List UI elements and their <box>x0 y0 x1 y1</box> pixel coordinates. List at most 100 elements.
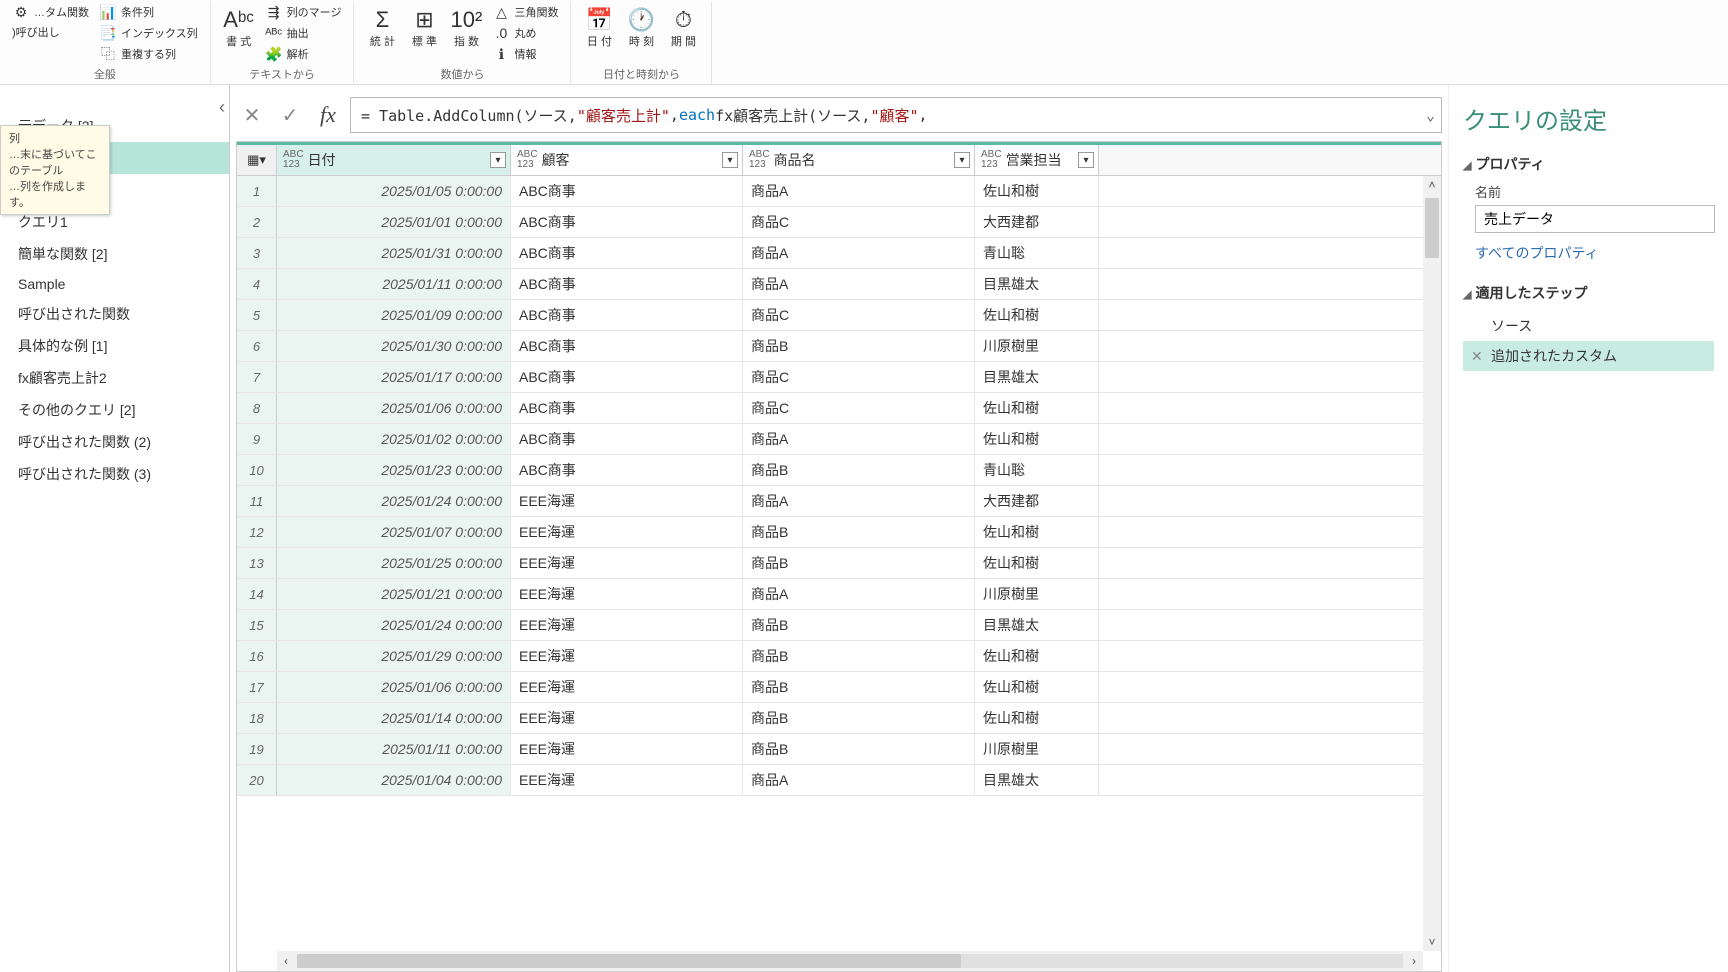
column-header[interactable]: ABC123日付▾ <box>277 145 511 175</box>
extract-button[interactable]: ᴬᴮᶜ抽出 <box>261 23 346 43</box>
scroll-thumb[interactable] <box>1425 198 1439 258</box>
scroll-right-icon[interactable]: › <box>1405 952 1423 970</box>
cell-date[interactable]: 2025/01/25 0:00:00 <box>277 548 511 578</box>
query-item[interactable]: その他のクエリ [2] <box>0 394 229 426</box>
cell-product[interactable]: 商品C <box>743 362 975 392</box>
row-number[interactable]: 5 <box>237 300 277 330</box>
filter-dropdown-icon[interactable]: ▾ <box>722 152 738 168</box>
cell-date[interactable]: 2025/01/24 0:00:00 <box>277 486 511 516</box>
cell-customer[interactable]: EEE海運 <box>511 486 743 516</box>
scroll-up-icon[interactable]: ˄ <box>1423 176 1441 194</box>
cell-date[interactable]: 2025/01/17 0:00:00 <box>277 362 511 392</box>
table-row[interactable]: 132025/01/25 0:00:00EEE海運商品B佐山和樹 <box>237 548 1441 579</box>
exponent-button[interactable]: 10²指 数 <box>446 2 486 51</box>
table-row[interactable]: 172025/01/06 0:00:00EEE海運商品B佐山和樹 <box>237 672 1441 703</box>
scroll-left-icon[interactable]: ‹ <box>277 952 295 970</box>
cell-rep[interactable]: 佐山和樹 <box>975 703 1099 733</box>
cell-customer[interactable]: EEE海運 <box>511 517 743 547</box>
column-header[interactable]: ABC123商品名▾ <box>743 145 975 175</box>
cell-product[interactable]: 商品B <box>743 548 975 578</box>
cell-customer[interactable]: EEE海運 <box>511 610 743 640</box>
merge-col-button[interactable]: ⇶列のマージ <box>261 2 346 22</box>
cell-product[interactable]: 商品B <box>743 331 975 361</box>
parse-button[interactable]: 🧩解析 <box>261 44 346 64</box>
row-number[interactable]: 9 <box>237 424 277 454</box>
time-button[interactable]: 🕐時 刻 <box>621 2 661 51</box>
table-row[interactable]: 122025/01/07 0:00:00EEE海運商品B佐山和樹 <box>237 517 1441 548</box>
cell-date[interactable]: 2025/01/11 0:00:00 <box>277 269 511 299</box>
cell-product[interactable]: 商品C <box>743 393 975 423</box>
vertical-scrollbar[interactable]: ˄ ˅ <box>1423 176 1441 951</box>
row-number[interactable]: 1 <box>237 176 277 206</box>
cell-customer[interactable]: EEE海運 <box>511 548 743 578</box>
cell-date[interactable]: 2025/01/23 0:00:00 <box>277 455 511 485</box>
cell-date[interactable]: 2025/01/31 0:00:00 <box>277 238 511 268</box>
cell-date[interactable]: 2025/01/04 0:00:00 <box>277 765 511 795</box>
query-item[interactable]: 呼び出された関数 (2) <box>0 426 229 458</box>
row-number[interactable]: 16 <box>237 641 277 671</box>
index-col-button[interactable]: 📑インデックス列 <box>95 23 202 43</box>
row-number[interactable]: 18 <box>237 703 277 733</box>
duplicate-col-button[interactable]: ⿻重複する列 <box>95 44 202 64</box>
round-button[interactable]: .0丸め <box>488 23 562 43</box>
cell-product[interactable]: 商品B <box>743 455 975 485</box>
table-row[interactable]: 92025/01/02 0:00:00ABC商事商品A佐山和樹 <box>237 424 1441 455</box>
cell-date[interactable]: 2025/01/07 0:00:00 <box>277 517 511 547</box>
cell-rep[interactable]: 大西建都 <box>975 486 1099 516</box>
cell-customer[interactable]: ABC商事 <box>511 176 743 206</box>
row-number[interactable]: 15 <box>237 610 277 640</box>
table-row[interactable]: 72025/01/17 0:00:00ABC商事商品C目黒雄太 <box>237 362 1441 393</box>
row-number[interactable]: 13 <box>237 548 277 578</box>
collapse-queries-icon[interactable]: ‹ <box>219 97 225 118</box>
all-properties-link[interactable]: すべてのプロパティ <box>1475 243 1714 263</box>
cell-customer[interactable]: ABC商事 <box>511 331 743 361</box>
stats-button[interactable]: Σ統 計 <box>362 2 402 51</box>
cell-rep[interactable]: 佐山和樹 <box>975 424 1099 454</box>
query-item[interactable]: 呼び出された関数 <box>0 298 229 330</box>
cell-product[interactable]: 商品B <box>743 517 975 547</box>
cell-product[interactable]: 商品A <box>743 579 975 609</box>
cell-customer[interactable]: ABC商事 <box>511 424 743 454</box>
cell-product[interactable]: 商品C <box>743 207 975 237</box>
cell-customer[interactable]: ABC商事 <box>511 393 743 423</box>
column-header[interactable]: ABC123営業担当▾ <box>975 145 1099 175</box>
cell-customer[interactable]: EEE海運 <box>511 765 743 795</box>
cell-product[interactable]: 商品B <box>743 672 975 702</box>
cell-rep[interactable]: 目黒雄太 <box>975 362 1099 392</box>
row-number[interactable]: 19 <box>237 734 277 764</box>
cell-rep[interactable]: 佐山和樹 <box>975 393 1099 423</box>
row-number[interactable]: 20 <box>237 765 277 795</box>
formula-input[interactable]: = Table.AddColumn(ソース, "顧客売上計" , each fx… <box>350 97 1442 133</box>
row-number[interactable]: 10 <box>237 455 277 485</box>
type-icon[interactable]: ABC123 <box>283 150 304 170</box>
cell-product[interactable]: 商品B <box>743 610 975 640</box>
condition-col-button[interactable]: 📊条件列 <box>95 2 202 22</box>
query-item[interactable]: Sample <box>0 270 229 298</box>
cell-date[interactable]: 2025/01/05 0:00:00 <box>277 176 511 206</box>
filter-dropdown-icon[interactable]: ▾ <box>490 152 506 168</box>
table-row[interactable]: 142025/01/21 0:00:00EEE海運商品A川原樹里 <box>237 579 1441 610</box>
expand-formula-icon[interactable]: ⌄ <box>1426 106 1435 124</box>
duration-button[interactable]: ⏱期 間 <box>663 2 703 51</box>
table-row[interactable]: 62025/01/30 0:00:00ABC商事商品B川原樹里 <box>237 331 1441 362</box>
table-row[interactable]: 32025/01/31 0:00:00ABC商事商品A青山聡 <box>237 238 1441 269</box>
row-number[interactable]: 7 <box>237 362 277 392</box>
type-icon[interactable]: ABC123 <box>517 150 538 170</box>
cell-rep[interactable]: 目黒雄太 <box>975 610 1099 640</box>
cell-product[interactable]: 商品B <box>743 734 975 764</box>
cell-date[interactable]: 2025/01/30 0:00:00 <box>277 331 511 361</box>
cell-customer[interactable]: EEE海運 <box>511 734 743 764</box>
row-number[interactable]: 14 <box>237 579 277 609</box>
cell-rep[interactable]: 青山聡 <box>975 238 1099 268</box>
cell-product[interactable]: 商品A <box>743 765 975 795</box>
cell-product[interactable]: 商品B <box>743 641 975 671</box>
cell-product[interactable]: 商品B <box>743 703 975 733</box>
query-item[interactable]: fx顧客売上計2 <box>0 362 229 394</box>
cell-customer[interactable]: EEE海運 <box>511 672 743 702</box>
query-item[interactable]: 呼び出された関数 (3) <box>0 458 229 490</box>
filter-dropdown-icon[interactable]: ▾ <box>954 152 970 168</box>
cell-product[interactable]: 商品A <box>743 486 975 516</box>
delete-step-icon[interactable]: ✕ <box>1471 348 1483 365</box>
table-selector-icon[interactable]: ▦▾ <box>237 145 277 175</box>
cell-rep[interactable]: 川原樹里 <box>975 331 1099 361</box>
